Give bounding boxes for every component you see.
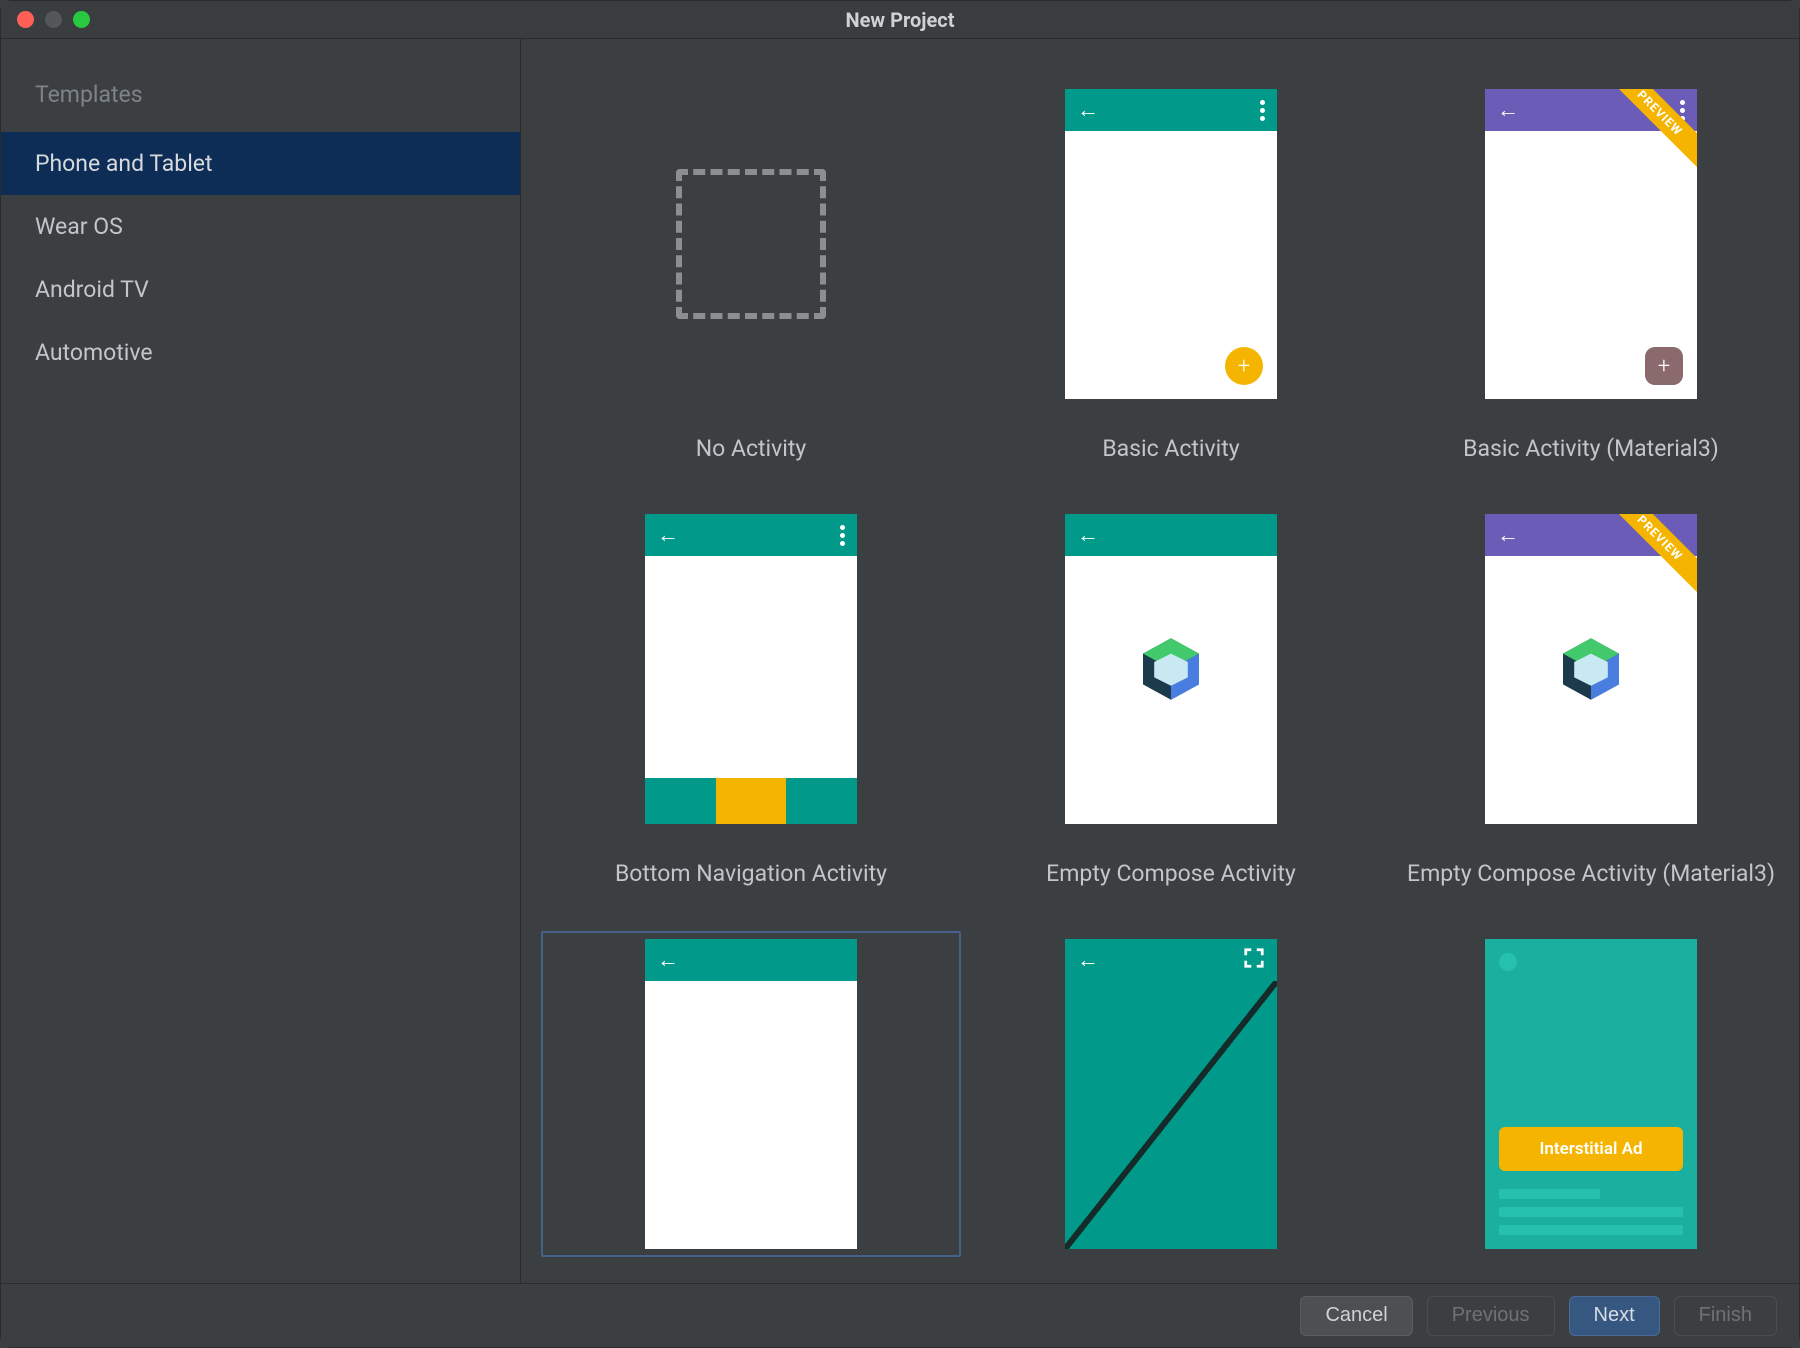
fab-icon: + xyxy=(1645,347,1683,385)
template-label: Bottom Navigation Activity xyxy=(615,860,887,887)
template-gallery[interactable]: No Activity ← + Basic Activity xyxy=(521,39,1799,1283)
sidebar-item-phone-tablet[interactable]: Phone and Tablet xyxy=(1,132,520,195)
mock-text-line xyxy=(1499,1225,1683,1235)
fullscreen-icon xyxy=(1243,947,1265,974)
finish-button[interactable]: Finish xyxy=(1674,1296,1777,1336)
mock-text-line xyxy=(1499,1207,1683,1217)
next-button[interactable]: Next xyxy=(1569,1296,1660,1336)
window-title: New Project xyxy=(1,8,1799,32)
fab-icon: + xyxy=(1225,347,1263,385)
back-arrow-icon: ← xyxy=(657,947,679,973)
overflow-menu-icon xyxy=(840,525,845,546)
template-thumb: ← xyxy=(1065,939,1277,1249)
window-controls xyxy=(17,11,90,28)
sidebar: Templates Phone and Tablet Wear OS Andro… xyxy=(1,39,521,1283)
minimize-window-button[interactable] xyxy=(45,11,62,28)
close-window-button[interactable] xyxy=(17,11,34,28)
template-label: Basic Activity xyxy=(1102,435,1239,462)
template-thumb xyxy=(645,89,857,399)
overflow-menu-icon xyxy=(1260,100,1265,121)
titlebar: New Project xyxy=(1,1,1799,39)
template-thumb: ← xyxy=(645,514,857,824)
back-arrow-icon: ← xyxy=(1497,522,1519,548)
template-grid: No Activity ← + Basic Activity xyxy=(541,81,1779,1257)
mock-appbar: ← xyxy=(1065,89,1277,131)
mock-ad-button: Interstitial Ad xyxy=(1499,1127,1683,1171)
sidebar-item-android-tv[interactable]: Android TV xyxy=(1,258,520,321)
back-arrow-icon: ← xyxy=(657,522,679,548)
template-basic-activity-m3[interactable]: ← + PREVIEW Basic Activity (Material3) xyxy=(1381,81,1799,470)
jetpack-compose-icon xyxy=(1556,634,1626,704)
back-arrow-icon: ← xyxy=(1077,947,1099,973)
template-label: Basic Activity (Material3) xyxy=(1463,435,1719,462)
template-no-activity[interactable]: No Activity xyxy=(541,81,961,470)
template-bottom-navigation[interactable]: ← Bottom Navigation Activity xyxy=(541,506,961,895)
mock-text-line xyxy=(1499,1189,1600,1199)
template-thumb: Interstitial Ad xyxy=(1485,939,1697,1249)
template-thumb: ← + xyxy=(1065,89,1277,399)
template-fullscreen[interactable]: ← xyxy=(961,931,1381,1257)
zoom-window-button[interactable] xyxy=(73,11,90,28)
template-empty-compose[interactable]: ← Empty Compose Activity xyxy=(961,506,1381,895)
mock-dot-icon xyxy=(1499,953,1517,971)
back-arrow-icon: ← xyxy=(1497,97,1519,123)
new-project-window: New Project Templates Phone and Tablet W… xyxy=(0,0,1800,1348)
template-thumb: ← xyxy=(645,939,857,1249)
dashed-placeholder-icon xyxy=(676,169,826,319)
mock-appbar: ← xyxy=(645,514,857,556)
template-label: Empty Compose Activity xyxy=(1046,860,1296,887)
mock-appbar: ← xyxy=(1065,939,1277,981)
template-basic-activity[interactable]: ← + Basic Activity xyxy=(961,81,1381,470)
template-thumb: ← + PREVIEW xyxy=(1485,89,1697,399)
template-thumb: ← PREVIEW xyxy=(1485,514,1697,824)
dialog-body: Templates Phone and Tablet Wear OS Andro… xyxy=(1,39,1799,1283)
mock-bottom-nav xyxy=(645,778,857,824)
template-ad[interactable]: Interstitial Ad xyxy=(1381,931,1799,1257)
mock-appbar: ← xyxy=(1065,514,1277,556)
sidebar-item-wear-os[interactable]: Wear OS xyxy=(1,195,520,258)
mock-appbar: ← xyxy=(645,939,857,981)
back-arrow-icon: ← xyxy=(1077,522,1099,548)
cancel-button[interactable]: Cancel xyxy=(1300,1296,1412,1336)
template-empty-activity[interactable]: ← xyxy=(541,931,961,1257)
template-thumb: ← xyxy=(1065,514,1277,824)
previous-button[interactable]: Previous xyxy=(1427,1296,1555,1336)
template-label: Empty Compose Activity (Material3) xyxy=(1407,860,1775,887)
dialog-footer: Cancel Previous Next Finish xyxy=(1,1283,1799,1347)
template-label: No Activity xyxy=(696,435,807,462)
sidebar-item-automotive[interactable]: Automotive xyxy=(1,321,520,384)
back-arrow-icon: ← xyxy=(1077,97,1099,123)
diagonal-decoration xyxy=(1065,981,1277,1249)
template-empty-compose-m3[interactable]: ← PREVIEW Empty Compose Activity (Materi… xyxy=(1381,506,1799,895)
jetpack-compose-icon xyxy=(1136,634,1206,704)
sidebar-header: Templates xyxy=(1,63,520,132)
